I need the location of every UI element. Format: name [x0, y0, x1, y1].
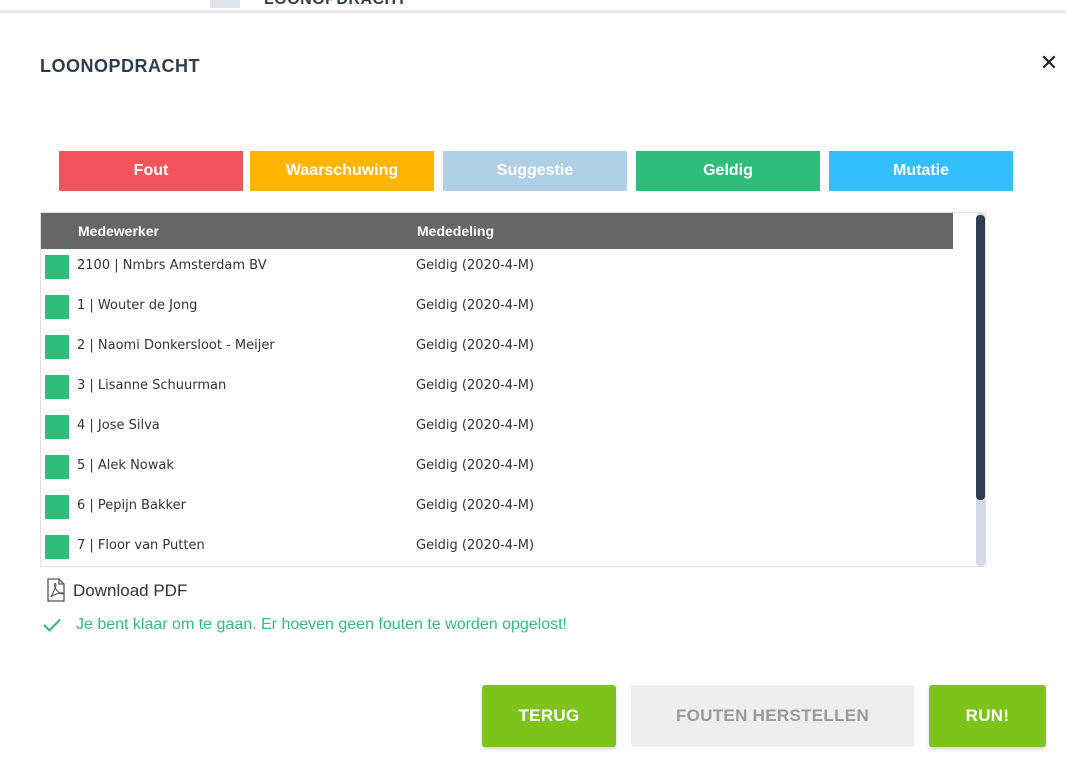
table-row[interactable]: 2 | Naomi Donkersloot - Meijer Geldig (2… [41, 329, 953, 369]
employee-cell: 1 | Wouter de Jong [77, 298, 198, 313]
scrollbar-thumb[interactable] [976, 215, 985, 500]
legend-suggestie[interactable]: Suggestie [443, 151, 627, 191]
status-indicator [45, 295, 69, 319]
legend-mutatie[interactable]: Mutatie [829, 151, 1013, 191]
legend-fout[interactable]: Fout [59, 151, 243, 191]
pdf-icon [45, 578, 67, 607]
message-cell: Geldig (2020-4-M) [416, 338, 535, 353]
employee-cell: 2100 | Nmbrs Amsterdam BV [77, 258, 267, 273]
message-cell: Geldig (2020-4-M) [416, 298, 535, 313]
message-cell: Geldig (2020-4-M) [416, 538, 535, 553]
status-indicator [45, 535, 69, 559]
table-row[interactable]: 5 | Alek Nowak Geldig (2020-4-M) [41, 449, 953, 489]
employee-cell: 2 | Naomi Donkersloot - Meijer [77, 338, 275, 353]
employee-cell: 3 | Lisanne Schuurman [77, 378, 227, 393]
ready-status-text: Je bent klaar om te gaan. Er hoeven geen… [76, 616, 567, 633]
status-indicator [45, 335, 69, 359]
back-button[interactable]: TERUG [482, 685, 616, 747]
table-row[interactable]: 2100 | Nmbrs Amsterdam BV Geldig (2020-4… [41, 249, 953, 289]
background-page-header: LOONOPDRACHT [0, 0, 1066, 13]
table-row[interactable]: 4 | Jose Silva Geldig (2020-4-M) [41, 409, 953, 449]
background-page-title: LOONOPDRACHT [264, 0, 407, 9]
status-indicator [45, 415, 69, 439]
status-indicator [45, 375, 69, 399]
legend-waarschuwing[interactable]: Waarschuwing [250, 151, 434, 191]
message-cell: Geldig (2020-4-M) [416, 418, 535, 433]
status-indicator [45, 495, 69, 519]
checkmark-icon [42, 616, 62, 639]
message-cell: Geldig (2020-4-M) [416, 458, 535, 473]
legend-geldig[interactable]: Geldig [636, 151, 820, 191]
message-cell: Geldig (2020-4-M) [416, 378, 535, 393]
download-pdf-label: Download PDF [73, 581, 188, 600]
status-indicator [45, 255, 69, 279]
dialog-title: LOONOPDRACHT [40, 56, 200, 76]
message-cell: Geldig (2020-4-M) [416, 498, 535, 513]
close-icon[interactable]: ✕ [1036, 50, 1062, 76]
employee-cell: 6 | Pepijn Bakker [77, 498, 186, 513]
background-logo [210, 0, 240, 8]
table-row[interactable]: 3 | Lisanne Schuurman Geldig (2020-4-M) [41, 369, 953, 409]
employee-cell: 7 | Floor van Putten [77, 538, 205, 553]
message-cell: Geldig (2020-4-M) [416, 258, 535, 273]
run-button[interactable]: RUN! [929, 685, 1046, 747]
status-indicator [45, 455, 69, 479]
employee-cell: 4 | Jose Silva [77, 418, 160, 433]
table-header: Medewerker Mededeling [41, 213, 953, 249]
table-row[interactable]: 1 | Wouter de Jong Geldig (2020-4-M) [41, 289, 953, 329]
header-mededeling: Mededeling [417, 223, 495, 239]
fix-errors-button[interactable]: FOUTEN HERSTELLEN [631, 685, 914, 747]
table-row[interactable]: 7 | Floor van Putten Geldig (2020-4-M) [41, 529, 953, 566]
header-medewerker: Medewerker [78, 223, 159, 239]
employee-cell: 5 | Alek Nowak [77, 458, 174, 473]
table-row[interactable]: 6 | Pepijn Bakker Geldig (2020-4-M) [41, 489, 953, 529]
results-table: Medewerker Mededeling 2100 | Nmbrs Amste… [40, 212, 986, 567]
